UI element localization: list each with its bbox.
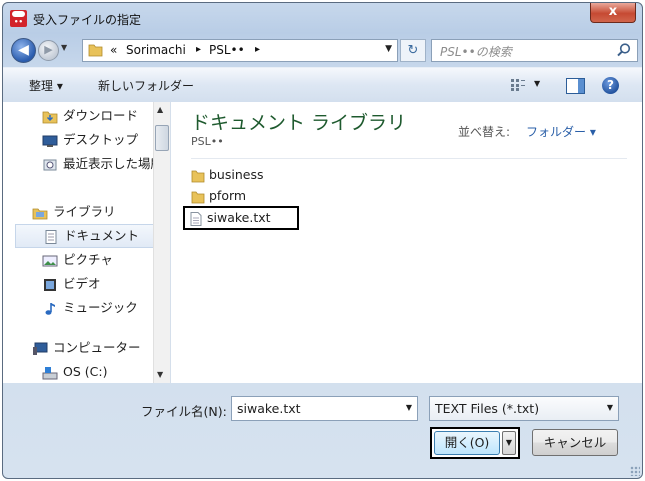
file-list-pane: ドキュメント ライブラリ PSL•• 並べ替え: フォルダー ▾ busines… <box>171 102 642 383</box>
organize-button[interactable]: 整理 ▾ <box>29 77 63 94</box>
open-file-dialog: •• 受入ファイルの指定 x ◀ ▶ ▼ « Sorimachi ▸ PSL••… <box>2 2 643 479</box>
title-bar: •• 受入ファイルの指定 x <box>3 3 642 33</box>
download-folder-icon <box>42 111 58 123</box>
scroll-down-icon[interactable]: ▼ <box>157 370 163 379</box>
library-icon <box>32 208 48 219</box>
file-type-dropdown-icon[interactable]: ▼ <box>607 403 613 412</box>
file-type-value: TEXT Files (*.txt) <box>435 401 540 416</box>
nav-item-desktop[interactable]: デスクトップ <box>42 129 138 151</box>
change-view-icon[interactable] <box>511 79 525 91</box>
folder-icon <box>191 191 205 203</box>
breadcrumb-sorimachi[interactable]: Sorimachi <box>126 43 186 57</box>
nav-item-label: ドキュメント <box>64 228 140 243</box>
drive-icon <box>42 366 58 379</box>
command-bar: 整理 ▾ 新しいフォルダー ▼ ? <box>3 67 642 103</box>
resize-grip-icon[interactable] <box>630 466 640 476</box>
navigation-bar: ◀ ▶ ▼ « Sorimachi ▸ PSL•• ▸ ▼ ↻ PSL••の検索 <box>3 35 642 65</box>
breadcrumb-overflow[interactable]: « <box>110 43 117 57</box>
sort-by-dropdown[interactable]: フォルダー ▾ <box>526 123 596 140</box>
refresh-button[interactable]: ↻ <box>400 39 426 62</box>
file-name: pform <box>209 188 247 203</box>
address-dropdown-icon[interactable]: ▼ <box>385 44 392 54</box>
folder-icon <box>88 44 103 57</box>
library-subtitle: PSL•• <box>191 135 224 148</box>
file-type-select[interactable]: TEXT Files (*.txt) ▼ <box>429 396 619 421</box>
nav-item-downloads[interactable]: ダウンロード <box>42 105 138 127</box>
filename-label: ファイル名(N): <box>141 404 227 419</box>
nav-item-label: OS (C:) <box>63 364 108 379</box>
file-item-siwake-txt[interactable]: siwake.txt <box>183 206 299 230</box>
address-bar[interactable]: « Sorimachi ▸ PSL•• ▸ ▼ <box>82 39 398 62</box>
nav-item-libraries[interactable]: ライブラリ <box>32 201 116 223</box>
recent-places-icon <box>43 159 57 170</box>
cancel-button[interactable]: キャンセル <box>532 429 618 456</box>
open-button[interactable]: 開く(O) <box>434 431 500 455</box>
forward-button[interactable]: ▶ <box>38 40 59 61</box>
file-name: siwake.txt <box>207 210 271 225</box>
help-icon[interactable]: ? <box>602 77 619 94</box>
nav-item-label: デスクトップ <box>63 132 139 147</box>
file-item-business[interactable]: business <box>191 165 263 185</box>
folder-icon <box>191 170 205 182</box>
divider <box>191 158 627 159</box>
search-box[interactable]: PSL••の検索 <box>431 39 638 62</box>
view-dropdown-icon[interactable]: ▼ <box>534 79 540 88</box>
videos-icon <box>44 278 56 291</box>
breadcrumb-separator-icon[interactable]: ▸ <box>196 44 201 55</box>
sort-label: 並べ替え: <box>458 125 511 139</box>
library-title: ドキュメント ライブラリ <box>191 112 407 134</box>
nav-item-os-drive[interactable]: OS (C:) <box>42 361 107 383</box>
filename-value: siwake.txt <box>237 401 301 416</box>
navigation-pane[interactable]: ダウンロード デスクトップ 最近表示した場所 ライブラリ ドキュメント ピクチャ… <box>3 102 171 383</box>
nav-item-label: ライブラリ <box>53 204 116 219</box>
text-file-icon <box>190 211 202 226</box>
new-folder-button[interactable]: 新しいフォルダー <box>98 77 194 94</box>
search-icon[interactable] <box>616 42 632 58</box>
music-icon <box>45 302 55 315</box>
app-icon: •• <box>10 10 27 27</box>
breadcrumb-separator-icon[interactable]: ▸ <box>255 44 260 55</box>
nav-item-music[interactable]: ミュージック <box>42 297 138 319</box>
filename-input[interactable]: siwake.txt ▼ <box>231 396 418 421</box>
computer-icon <box>33 342 48 355</box>
recent-pages-dropdown-icon[interactable]: ▼ <box>61 43 67 52</box>
breadcrumb-psl[interactable]: PSL•• <box>209 43 245 57</box>
open-options-dropdown-icon[interactable]: ▼ <box>502 431 516 455</box>
navigation-scrollbar[interactable]: ▲ ▼ <box>153 102 170 383</box>
window-title: 受入ファイルの指定 <box>33 13 142 27</box>
nav-item-label: 最近表示した場所 <box>63 156 164 171</box>
nav-item-label: ピクチャ <box>63 252 113 267</box>
pictures-icon <box>42 255 58 266</box>
back-button[interactable]: ◀ <box>11 38 36 63</box>
file-name: business <box>209 167 264 182</box>
dialog-footer: ファイル名(N): siwake.txt ▼ TEXT Files (*.txt… <box>3 383 642 478</box>
filename-dropdown-icon[interactable]: ▼ <box>406 403 412 412</box>
documents-icon <box>45 229 57 244</box>
close-button[interactable]: x <box>590 3 636 23</box>
nav-item-documents[interactable]: ドキュメント <box>15 224 167 248</box>
nav-item-pictures[interactable]: ピクチャ <box>42 249 113 271</box>
scroll-thumb[interactable] <box>155 125 169 151</box>
preview-pane-icon[interactable] <box>566 78 585 94</box>
nav-item-label: ミュージック <box>63 300 138 315</box>
nav-item-recent-places[interactable]: 最近表示した場所 <box>42 153 163 175</box>
nav-item-label: コンピューター <box>53 340 141 355</box>
nav-item-videos[interactable]: ビデオ <box>42 273 101 295</box>
desktop-icon <box>42 135 58 147</box>
file-item-pform[interactable]: pform <box>191 186 246 206</box>
nav-item-computer[interactable]: コンピューター <box>32 337 141 359</box>
nav-item-label: ダウンロード <box>63 108 139 123</box>
search-placeholder: PSL••の検索 <box>440 45 512 59</box>
nav-item-label: ビデオ <box>63 276 101 291</box>
open-button-highlight: 開く(O) ▼ <box>430 427 520 459</box>
content-area: ダウンロード デスクトップ 最近表示した場所 ライブラリ ドキュメント ピクチャ… <box>3 102 642 383</box>
scroll-up-icon[interactable]: ▲ <box>157 105 163 114</box>
